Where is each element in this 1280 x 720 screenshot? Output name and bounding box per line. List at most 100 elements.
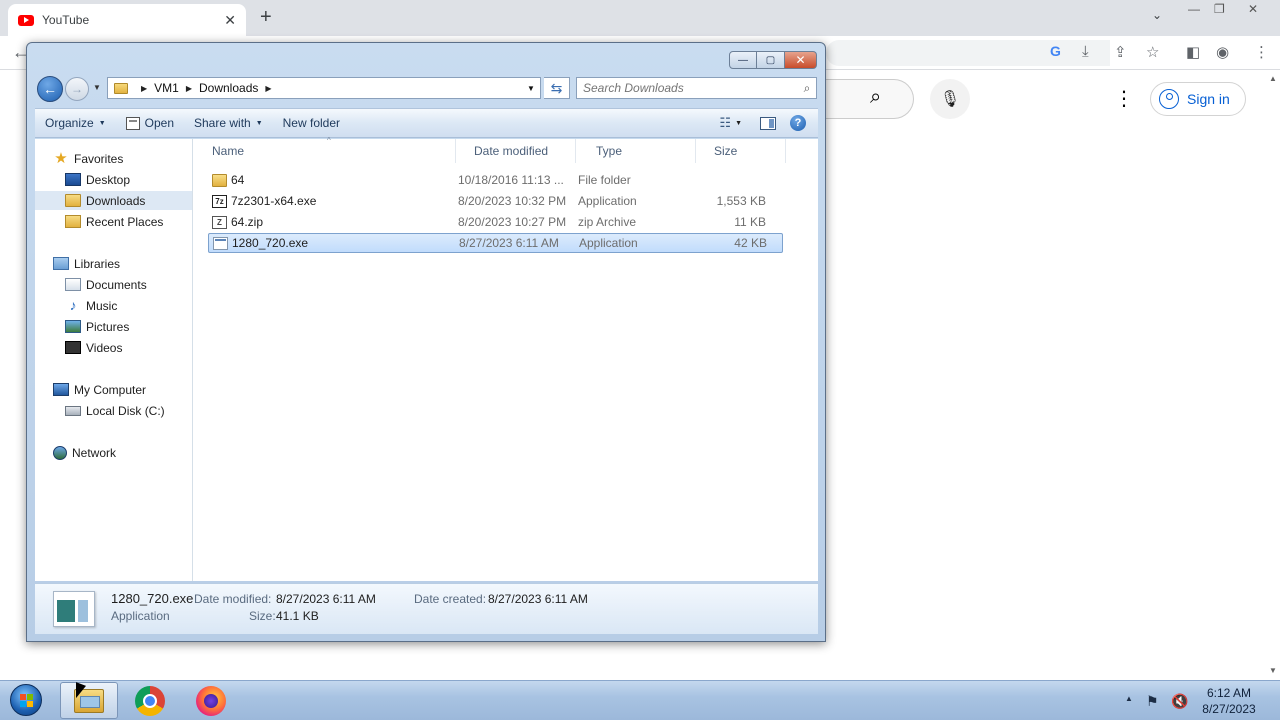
recent-pages-dropdown-icon[interactable]: ▼ [93,83,101,92]
profile-icon[interactable]: ◉ [1216,43,1229,61]
file-row-7z2301[interactable]: 7z 7z2301-x64.exe 8/20/2023 10:32 PM Appl… [208,191,783,211]
breadcrumb-vm1[interactable]: VM1 [154,81,179,95]
taskbar-explorer-button[interactable] [60,682,118,719]
column-header-size[interactable]: Size [696,139,786,163]
show-hidden-icons-button[interactable]: ▲ [1125,694,1133,703]
nav-recent-places[interactable]: Recent Places [35,212,192,231]
new-tab-button[interactable]: + [260,6,272,29]
nav-label: Desktop [86,172,131,187]
nav-desktop[interactable]: Desktop [35,170,192,189]
action-center-flag-icon[interactable]: ⚑ [1146,693,1159,710]
share-with-button[interactable]: Share with ▼ [184,109,273,137]
zip-icon: Z [212,215,227,229]
browser-address-bar[interactable] [826,40,1110,66]
organize-label: Organize [45,116,94,130]
taskbar-firefox-button[interactable] [182,682,240,719]
file-name: 64 [231,173,245,187]
nav-network[interactable]: Network [35,443,192,462]
organize-button[interactable]: Organize ▼ [35,109,116,137]
start-button[interactable] [6,683,46,717]
nav-favorites[interactable]: ★ Favorites [35,149,192,168]
breadcrumb-downloads[interactable]: Downloads [199,81,258,95]
nav-downloads[interactable]: Downloads [35,191,192,210]
close-button[interactable]: ✕ [785,51,817,69]
nav-music[interactable]: ♪ Music [35,296,192,315]
scroll-down-arrow-icon[interactable]: ▼ [1269,666,1277,675]
file-row-1280-720-exe[interactable]: 1280_720.exe 8/27/2023 6:11 AM Applicati… [208,233,783,253]
browser-menu-icon[interactable]: ⋮ [1254,43,1269,61]
nav-local-disk[interactable]: Local Disk (C:) [35,401,192,420]
change-view-icon[interactable]: ☷ [719,115,731,131]
browser-close-button[interactable]: ✕ [1248,2,1258,16]
preview-pane-icon[interactable] [760,116,776,130]
breadcrumb-arrow-icon[interactable]: ▶ [186,84,192,93]
libraries-icon [53,257,69,270]
tab-close-icon[interactable]: ✕ [224,12,236,29]
exe-icon [213,236,228,250]
breadcrumb-arrow-icon[interactable]: ▶ [265,84,271,93]
google-lens-icon[interactable]: G [1050,43,1061,59]
explorer-window: — ▢ ✕ ← → ▼ ▶ VM1 ▶ Downloads ▶ ▼ ⇆ ⌕ Or… [26,42,826,642]
clock-time: 6:12 AM [1206,686,1252,700]
new-folder-button[interactable]: New folder [273,109,350,137]
browser-minimize-button[interactable]: — [1188,2,1200,16]
details-modified-value: 8/27/2023 6:11 AM [276,592,376,606]
search-box: ⌕ [576,77,817,99]
sort-ascending-icon: ^ [327,136,331,145]
taskbar-clock[interactable]: 6:12 AM 8/27/2023 [1196,685,1262,717]
navigation-pane: ★ Favorites Desktop Downloads Recent Plac… [35,139,193,581]
views-dropdown-icon[interactable]: ▼ [735,120,742,127]
nav-label: Videos [86,340,123,355]
maximize-button[interactable]: ▢ [757,51,785,69]
browser-restore-button[interactable]: ❐ [1214,2,1225,16]
volume-muted-icon[interactable]: 🔇 [1171,693,1188,710]
browser-tab-youtube[interactable]: YouTube ✕ [8,4,246,36]
search-input[interactable] [577,79,798,97]
nav-videos[interactable]: Videos [35,338,192,357]
file-type: zip Archive [578,215,637,229]
file-row-64-zip[interactable]: Z 64.zip 8/20/2023 10:27 PM zip Archive 1… [208,212,783,232]
pictures-icon [65,320,81,333]
nav-documents[interactable]: Documents [35,275,192,294]
column-header-date[interactable]: Date modified [456,139,576,163]
file-type: Application [579,236,638,250]
scroll-up-arrow-icon[interactable]: ▲ [1269,74,1277,83]
breadcrumb-arrow-icon[interactable]: ▶ [141,84,147,93]
address-dropdown-icon[interactable]: ▼ [522,78,540,98]
open-button[interactable]: Open [116,109,184,137]
back-button[interactable]: ← [37,76,63,102]
sign-in-label: Sign in [1187,91,1230,107]
download-icon[interactable]: ⤓ [1082,43,1089,60]
column-header-type[interactable]: Type [576,139,696,163]
file-date: 8/20/2023 10:27 PM [458,215,567,229]
search-icon[interactable]: ⌕ [798,81,816,96]
column-header-name[interactable]: Name ^ [194,136,456,163]
tab-search-chevron-icon[interactable]: ⌄ [1152,8,1162,22]
details-size-label: Size: [249,609,276,623]
taskbar-chrome-button[interactable] [121,682,179,719]
forward-button[interactable]: → [65,77,89,101]
page-scrollbar[interactable]: ▲ ▼ [1266,70,1280,680]
help-icon[interactable]: ? [790,115,806,131]
sign-in-button[interactable]: Sign in [1150,82,1246,116]
voice-search-button[interactable]: 🎙 [930,79,970,119]
file-row-64-folder[interactable]: 64 10/18/2016 11:13 ... File folder [208,170,783,190]
address-bar[interactable]: ▶ VM1 ▶ Downloads ▶ ▼ [107,77,541,99]
nav-label: Documents [86,277,147,292]
file-date: 8/27/2023 6:11 AM [459,236,559,250]
nav-pictures[interactable]: Pictures [35,317,192,336]
nav-my-computer[interactable]: My Computer [35,380,192,399]
chevron-down-icon: ▼ [255,119,263,127]
refresh-button[interactable]: ⇆ [544,77,570,99]
side-panel-icon[interactable]: ◧ [1186,43,1200,61]
bookmark-star-icon[interactable]: ☆ [1146,43,1159,61]
firefox-icon [196,685,226,716]
file-size: 42 KB [734,236,767,250]
share-icon[interactable]: ⇪ [1114,43,1127,61]
nav-libraries[interactable]: Libraries [35,254,192,273]
minimize-button[interactable]: — [729,51,757,69]
more-options-icon[interactable]: ⋮ [1114,86,1134,111]
nav-label: Network [72,445,117,460]
recent-places-icon [65,215,81,228]
file-type: Application [578,194,637,208]
